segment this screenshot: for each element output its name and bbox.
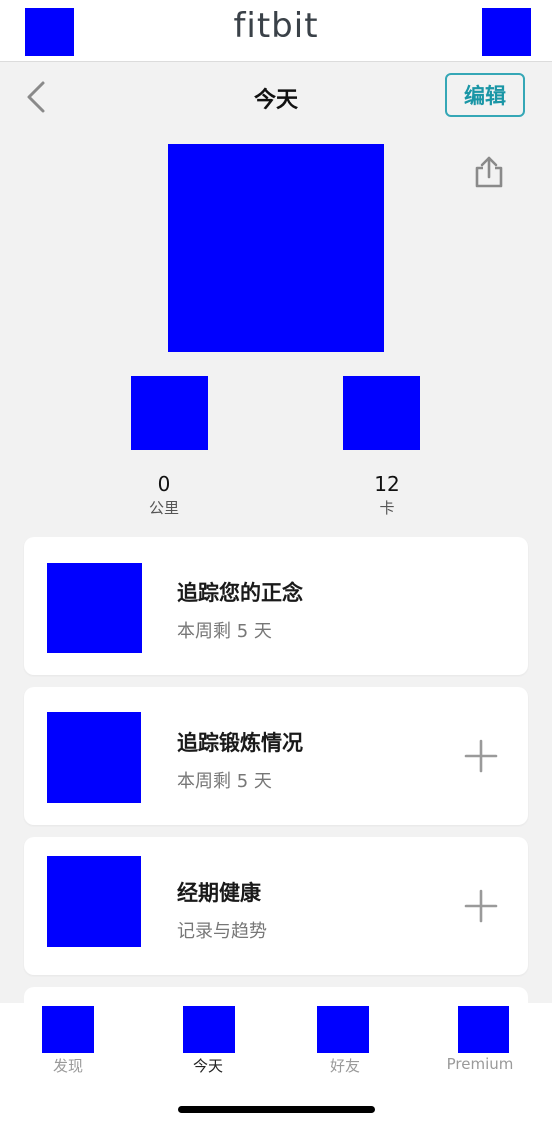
device-icon[interactable] — [482, 8, 531, 56]
card-title: 追踪您的正念 — [177, 581, 303, 605]
card-subtitle: 记录与趋势 — [177, 921, 267, 942]
card-title: 追踪锻炼情况 — [177, 731, 303, 755]
friends-icon — [317, 1006, 369, 1053]
tab-label-premium: Premium — [446, 1055, 514, 1073]
distance-value: 0 — [157, 472, 171, 496]
premium-icon — [458, 1006, 509, 1053]
calories-unit: 卡 — [379, 499, 395, 517]
calories-icon[interactable] — [343, 376, 420, 450]
discover-icon — [42, 1006, 94, 1053]
main-activity-graphic[interactable] — [168, 144, 384, 352]
home-indicator[interactable] — [178, 1106, 375, 1113]
card-subtitle: 本周剩 5 天 — [177, 621, 272, 642]
tab-label-friends: 好友 — [329, 1057, 360, 1075]
plus-icon[interactable] — [464, 889, 498, 923]
card-mindfulness[interactable]: 追踪您的正念 本周剩 5 天 — [24, 537, 528, 675]
menstrual-health-icon — [47, 856, 141, 947]
calories-value: 12 — [374, 472, 400, 496]
today-icon — [183, 1006, 235, 1053]
card-menstrual-health[interactable]: 经期健康 记录与趋势 — [24, 837, 528, 975]
distance-icon[interactable] — [131, 376, 208, 450]
mindfulness-icon — [47, 563, 142, 653]
edit-button[interactable]: 编辑 — [445, 73, 525, 117]
card-exercise[interactable]: 追踪锻炼情况 本周剩 5 天 — [24, 687, 528, 825]
distance-unit: 公里 — [148, 499, 179, 517]
tab-label-today: 今天 — [192, 1057, 223, 1075]
exercise-icon — [47, 712, 141, 803]
card-subtitle: 本周剩 5 天 — [177, 771, 272, 792]
card-title: 经期健康 — [177, 881, 261, 905]
tab-label-discover: 发现 — [52, 1057, 83, 1075]
share-icon[interactable] — [472, 155, 506, 189]
plus-icon[interactable] — [464, 739, 498, 773]
fitbit-logo: fitbit — [233, 6, 319, 46]
